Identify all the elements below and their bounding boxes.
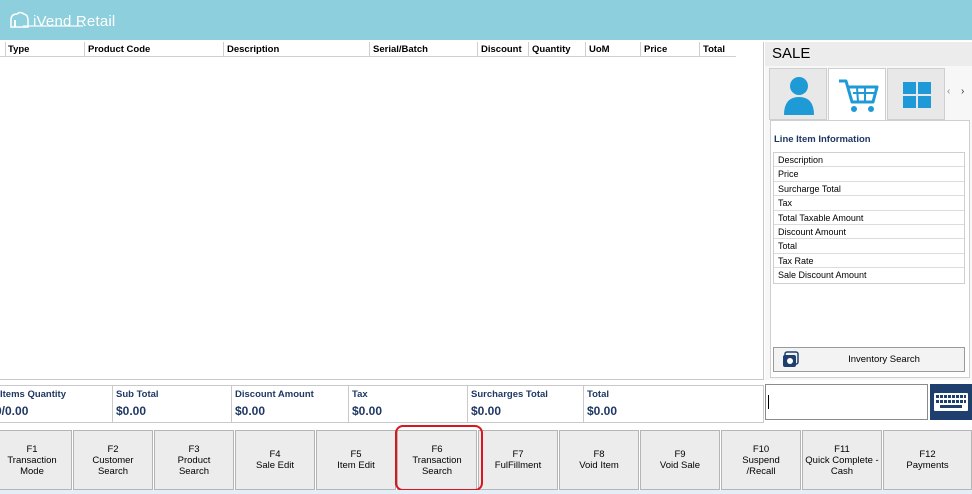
column-serial-batch[interactable]: Serial/Batch — [370, 42, 478, 57]
panel-title: SALE — [765, 42, 972, 66]
keyboard-button[interactable] — [930, 384, 972, 420]
fkey-code: F9 — [674, 449, 686, 460]
line-item-row: Tax Rate — [774, 254, 964, 269]
summary-value: $0.00 — [235, 404, 266, 418]
line-item-panel: Line Item Information Description Price … — [770, 120, 970, 378]
fkey-code: F5 — [350, 449, 362, 460]
f3-product-search-button[interactable]: F3 Product Search — [154, 430, 234, 490]
line-item-table: Description Price Surcharge Total Tax To… — [773, 152, 965, 284]
column-type[interactable]: Type — [5, 42, 85, 57]
fkey-label: Suspend /Recall — [742, 454, 780, 477]
summary-items-quantity: Items Quantity 0/0.00 — [0, 386, 113, 423]
summary-sub-total: Sub Total $0.00 — [113, 386, 232, 423]
summary-label: Surcharges Total — [471, 389, 548, 400]
grid-header: Type Product Code Description Serial/Bat… — [0, 42, 736, 57]
sale-panel: SALE ‹ › Line Item Information Descripti… — [765, 42, 972, 380]
fkey-label: Item Edit — [337, 460, 375, 471]
summary-label: Items Quantity — [0, 389, 66, 400]
ivend-logo-icon — [10, 11, 29, 28]
brand-underline — [23, 25, 83, 27]
line-item-row: Discount Amount — [774, 225, 964, 240]
line-item-row: Total Taxable Amount — [774, 211, 964, 225]
tiles-icon — [903, 82, 931, 108]
footer-strip — [0, 490, 972, 494]
fkey-code: F11 — [834, 443, 850, 455]
inventory-search-button[interactable]: Inventory Search — [773, 347, 965, 372]
summary-label: Total — [587, 389, 609, 400]
summary-value: 0/0.00 — [0, 404, 29, 418]
f8-void-item-button[interactable]: F8 Void Item — [559, 430, 639, 490]
logo: iVend Retail — [8, 8, 115, 34]
totals-summary: Items Quantity 0/0.00 Sub Total $0.00 Di… — [0, 385, 764, 423]
fkey-label: Quick Complete - Cash — [805, 454, 879, 477]
f11-quick-complete-cash-button[interactable]: F11 Quick Complete - Cash — [802, 430, 882, 490]
text-caret — [768, 395, 769, 409]
keyboard-icon — [934, 393, 968, 411]
fkey-code: F8 — [593, 449, 605, 460]
tab-tiles[interactable] — [887, 68, 945, 120]
column-description[interactable]: Description — [224, 42, 370, 57]
f6-highlight-annotation — [395, 425, 483, 491]
pos-screen: iVend Retail Type Product Code Descripti… — [0, 0, 972, 494]
fkey-label: FulFillment — [494, 460, 542, 471]
summary-label: Discount Amount — [235, 389, 314, 400]
sale-items-grid[interactable]: Type Product Code Description Serial/Bat… — [0, 42, 764, 380]
tab-customer[interactable] — [769, 68, 827, 120]
summary-discount-amount: Discount Amount $0.00 — [232, 386, 349, 423]
column-uom[interactable]: UoM — [586, 42, 641, 57]
line-item-row: Sale Discount Amount — [778, 270, 867, 281]
summary-value: $0.00 — [352, 404, 383, 418]
fkey-label: Sale Edit — [255, 460, 295, 471]
fkey-code: F3 — [188, 443, 200, 455]
summary-value: $0.00 — [116, 404, 147, 418]
f12-payments-button[interactable]: F12 Payments — [883, 430, 972, 490]
fkey-code: F7 — [512, 449, 524, 460]
inventory-search-label: Inventory Search — [848, 354, 920, 365]
fkey-code: F10 — [752, 443, 770, 455]
app-header: iVend Retail — [0, 0, 972, 40]
summary-surcharges-total: Surcharges Total $0.00 — [468, 386, 584, 423]
line-item-title: Line Item Information — [774, 134, 871, 145]
summary-label: Sub Total — [116, 389, 159, 400]
fkey-code: F2 — [107, 443, 119, 455]
line-item-row: Total — [774, 239, 964, 254]
scroll-right-icon[interactable]: › — [961, 86, 964, 97]
cart-icon — [839, 79, 879, 112]
summary-value: $0.00 — [471, 404, 502, 418]
summary-value: $0.00 — [587, 404, 618, 418]
line-item-row: Surcharge Total — [774, 182, 964, 197]
f2-customer-search-button[interactable]: F2 Customer Search — [73, 430, 153, 490]
f5-item-edit-button[interactable]: F5 Item Edit — [316, 430, 396, 490]
f10-suspend-recall-button[interactable]: F10 Suspend /Recall — [721, 430, 801, 490]
fkey-label: Void Sale — [659, 460, 701, 471]
f7-fulfillment-button[interactable]: F7 FulFillment — [478, 430, 558, 490]
column-quantity[interactable]: Quantity — [529, 42, 586, 57]
summary-total: Total $0.00 — [584, 386, 764, 423]
line-item-row: Description — [774, 153, 964, 168]
function-key-bar: F1 Transaction Mode F2 Customer Search F… — [0, 430, 972, 490]
fkey-label: Product Search — [177, 454, 211, 477]
scroll-left-icon[interactable]: ‹ — [947, 86, 950, 97]
fkey-code: F12 — [919, 449, 936, 460]
column-discount[interactable]: Discount — [478, 42, 529, 57]
fkey-label: Customer Search — [92, 454, 134, 477]
fkey-code: F1 — [26, 443, 38, 455]
f4-sale-edit-button[interactable]: F4 Sale Edit — [235, 430, 315, 490]
fkey-code: F4 — [269, 449, 281, 460]
fkey-label: Payments — [906, 460, 949, 471]
fkey-label: Void Item — [579, 460, 619, 471]
summary-tax: Tax $0.00 — [349, 386, 468, 423]
line-item-row: Price — [774, 167, 964, 182]
f1-transaction-mode-button[interactable]: F1 Transaction Mode — [0, 430, 72, 490]
column-product-code[interactable]: Product Code — [85, 42, 224, 57]
summary-label: Tax — [352, 389, 368, 400]
customer-icon — [784, 77, 814, 115]
tab-cart[interactable] — [828, 68, 886, 120]
column-total[interactable]: Total — [700, 42, 736, 57]
scan-input[interactable] — [765, 384, 928, 420]
f9-void-sale-button[interactable]: F9 Void Sale — [640, 430, 720, 490]
column-price[interactable]: Price — [641, 42, 700, 57]
line-item-row: Tax — [774, 196, 964, 211]
fkey-label: Transaction Mode — [7, 454, 57, 477]
